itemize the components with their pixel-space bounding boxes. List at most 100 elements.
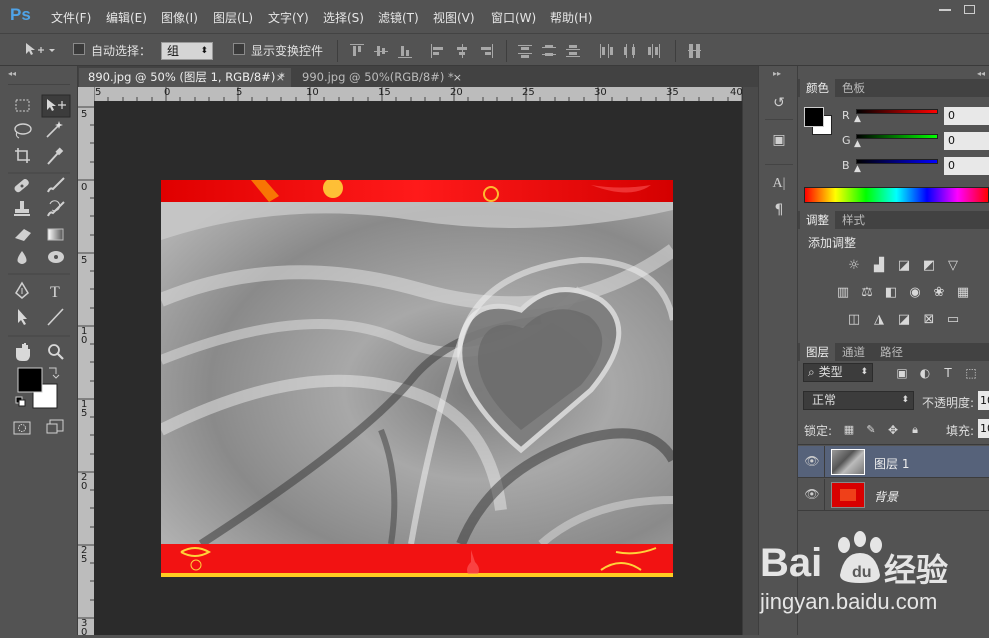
visibility-eye-icon[interactable]: 👁︎ [804,454,820,468]
visibility-eye-icon[interactable]: 👁︎ [804,487,820,501]
hand-icon[interactable] [16,343,30,361]
tab-styles[interactable]: 样式 [836,211,871,229]
red-slider[interactable] [856,109,938,114]
auto-select-checkbox[interactable] [73,43,85,55]
blue-slider[interactable] [856,159,938,164]
paragraph-panel-icon[interactable]: ¶ [767,199,791,221]
close-icon[interactable]: × [276,68,285,87]
eraser-icon[interactable] [15,229,31,241]
blue-value[interactable]: 0 [944,157,989,175]
tab-channels[interactable]: 通道 [836,343,871,361]
foreground-color-chip[interactable] [804,107,824,127]
opacity-value[interactable]: 10 [978,391,989,410]
rect-marquee-icon[interactable] [15,99,30,112]
filter-adjustment-icon[interactable]: ◐ [916,365,934,381]
dodge-icon[interactable] [48,251,64,263]
document-image[interactable] [161,180,673,577]
swap-colors-icon[interactable] [49,367,60,379]
align-right-icon[interactable] [479,44,493,58]
tab-adjustments[interactable]: 调整 [800,211,835,229]
channel-mixer-icon[interactable]: ❀ [930,285,948,301]
show-transform-checkbox[interactable] [233,43,245,55]
invert-icon[interactable]: ◫ [845,312,863,328]
close-icon[interactable]: × [453,68,462,87]
menu-window[interactable]: 窗口(W) [491,9,536,26]
character-panel-icon[interactable]: A| [767,173,791,195]
layer-filter-dropdown[interactable]: ⌕ 类型 ⬍ [803,363,873,382]
tab-layers[interactable]: 图层 [800,343,835,361]
lock-transparent-icon[interactable]: ▦ [840,422,858,438]
layer-row-background[interactable]: 👁︎ 背景 [798,479,989,511]
menu-file[interactable]: 文件(F) [51,9,91,26]
path-select-icon[interactable] [18,309,27,325]
default-colors-icon[interactable] [15,396,26,407]
screen-mode-icon[interactable] [46,419,64,434]
foreground-color-swatch[interactable] [17,367,43,393]
align-left-icon[interactable] [431,44,445,58]
menu-type[interactable]: 文字(Y) [268,9,309,26]
lock-position-icon[interactable]: ✥ [884,422,902,438]
panel-collapse-icon[interactable]: ◂◂ [977,69,985,78]
distribute-hcenter-icon[interactable] [623,44,637,58]
blur-icon[interactable] [17,251,27,264]
layer-name[interactable]: 图层 1 [874,455,909,472]
red-value[interactable]: 0 [944,107,989,125]
menu-image[interactable]: 图像(I) [161,9,198,26]
filter-shape-icon[interactable]: ⬚ [962,365,980,381]
brush-icon[interactable] [47,177,65,193]
line-tool-icon[interactable] [47,308,64,326]
collapse-icon[interactable]: ◂◂ [8,69,16,78]
tab-paths[interactable]: 路径 [874,343,909,361]
levels-icon[interactable]: ▟ [870,258,888,274]
align-bottom-icon[interactable] [398,44,412,58]
filter-type-icon[interactable]: T [939,365,957,381]
menu-help[interactable]: 帮助(H) [550,9,592,26]
lock-all-icon[interactable]: 🔒︎ [906,422,924,438]
align-hcenter-icon[interactable] [455,44,469,58]
distribute-left-icon[interactable] [599,44,613,58]
distribute-vcenter-icon[interactable] [542,44,556,58]
gradient-icon[interactable] [47,228,64,241]
history-panel-icon[interactable]: ↺ [767,92,791,114]
hue-saturation-icon[interactable]: ▥ [834,285,852,301]
minimize-icon[interactable] [939,9,951,11]
posterize-icon[interactable]: ◮ [870,312,888,328]
healing-brush-icon[interactable] [13,178,30,194]
color-lookup-icon[interactable]: ▦ [954,285,972,301]
distribute-right-icon[interactable] [647,44,661,58]
color-balance-icon[interactable]: ⚖ [858,285,876,301]
filter-pixel-icon[interactable]: ▣ [893,365,911,381]
clone-stamp-icon[interactable] [14,201,30,216]
slider-handle-icon[interactable]: ▲ [854,164,861,174]
menu-edit[interactable]: 编辑(E) [106,9,147,26]
lasso-icon[interactable] [14,123,32,139]
tab-swatches[interactable]: 色板 [836,79,871,97]
type-icon[interactable]: T [50,284,60,301]
blend-mode-dropdown[interactable]: 正常 ⬍ [803,391,914,410]
tab-890[interactable]: 890.jpg @ 50% (图层 1, RGB/8#) * × [79,68,291,87]
exposure-icon[interactable]: ◩ [920,258,938,274]
expand-icon[interactable]: ▸▸ [773,69,781,78]
selective-color-icon[interactable]: ⊠ [920,312,938,328]
menu-select[interactable]: 选择(S) [323,9,364,26]
gradient-map-icon[interactable]: ▭ [944,312,962,328]
distribute-bottom-icon[interactable] [566,44,580,58]
curves-icon[interactable]: ◪ [895,258,913,274]
menu-view[interactable]: 视图(V) [433,9,475,26]
3d-cube-icon[interactable]: ▣ [767,129,791,151]
quick-mask-icon[interactable] [13,421,31,435]
align-vcenter-icon[interactable] [374,44,388,58]
menu-filter[interactable]: 滤镜(T) [378,9,419,26]
restore-icon[interactable] [964,5,975,14]
move-tool-icon[interactable] [24,42,56,58]
zoom-icon[interactable] [48,344,64,360]
vibrance-icon[interactable]: ▽ [944,258,962,274]
color-spectrum[interactable] [804,187,989,203]
history-brush-icon[interactable] [47,200,65,217]
layer-row-1[interactable]: 👁︎ 图层 1 [798,446,989,478]
pen-icon[interactable] [15,281,29,299]
eyedropper-icon[interactable] [47,147,64,165]
tab-color[interactable]: 颜色 [800,79,835,97]
align-top-icon[interactable] [350,44,364,58]
brightness-icon[interactable]: ☼ [845,258,863,274]
